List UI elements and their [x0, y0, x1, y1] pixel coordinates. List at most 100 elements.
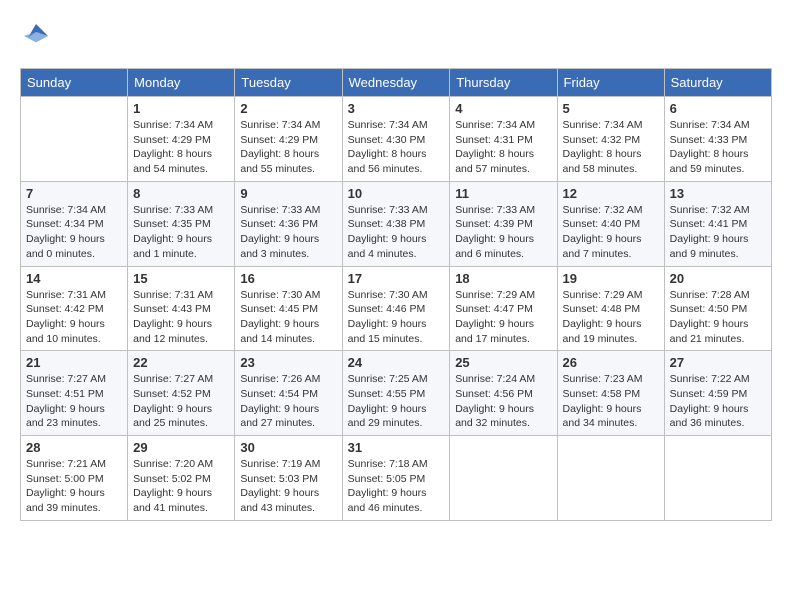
calendar-header-monday: Monday: [128, 69, 235, 97]
day-number: 28: [26, 440, 122, 455]
day-number: 30: [240, 440, 336, 455]
day-number: 19: [563, 271, 659, 286]
day-info: Sunrise: 7:19 AMSunset: 5:03 PMDaylight:…: [240, 457, 336, 516]
day-number: 29: [133, 440, 229, 455]
calendar-cell: 13 Sunrise: 7:32 AMSunset: 4:41 PMDaylig…: [664, 181, 771, 266]
calendar-cell: 25 Sunrise: 7:24 AMSunset: 4:56 PMDaylig…: [450, 351, 557, 436]
day-info: Sunrise: 7:33 AMSunset: 4:36 PMDaylight:…: [240, 203, 336, 262]
day-number: 23: [240, 355, 336, 370]
day-info: Sunrise: 7:34 AMSunset: 4:29 PMDaylight:…: [133, 118, 229, 177]
day-info: Sunrise: 7:27 AMSunset: 4:51 PMDaylight:…: [26, 372, 122, 431]
day-info: Sunrise: 7:29 AMSunset: 4:48 PMDaylight:…: [563, 288, 659, 347]
day-info: Sunrise: 7:30 AMSunset: 4:45 PMDaylight:…: [240, 288, 336, 347]
day-info: Sunrise: 7:18 AMSunset: 5:05 PMDaylight:…: [348, 457, 445, 516]
calendar-cell: 30 Sunrise: 7:19 AMSunset: 5:03 PMDaylig…: [235, 436, 342, 521]
day-number: 17: [348, 271, 445, 286]
day-info: Sunrise: 7:32 AMSunset: 4:41 PMDaylight:…: [670, 203, 766, 262]
calendar-header-friday: Friday: [557, 69, 664, 97]
day-info: Sunrise: 7:34 AMSunset: 4:33 PMDaylight:…: [670, 118, 766, 177]
calendar-week-1: 1 Sunrise: 7:34 AMSunset: 4:29 PMDayligh…: [21, 97, 772, 182]
calendar-header-saturday: Saturday: [664, 69, 771, 97]
calendar-cell: 17 Sunrise: 7:30 AMSunset: 4:46 PMDaylig…: [342, 266, 450, 351]
calendar-week-4: 21 Sunrise: 7:27 AMSunset: 4:51 PMDaylig…: [21, 351, 772, 436]
calendar-cell: 1 Sunrise: 7:34 AMSunset: 4:29 PMDayligh…: [128, 97, 235, 182]
calendar-cell: 8 Sunrise: 7:33 AMSunset: 4:35 PMDayligh…: [128, 181, 235, 266]
day-info: Sunrise: 7:31 AMSunset: 4:42 PMDaylight:…: [26, 288, 122, 347]
day-number: 18: [455, 271, 551, 286]
day-number: 10: [348, 186, 445, 201]
day-info: Sunrise: 7:27 AMSunset: 4:52 PMDaylight:…: [133, 372, 229, 431]
day-info: Sunrise: 7:34 AMSunset: 4:31 PMDaylight:…: [455, 118, 551, 177]
calendar-cell: 10 Sunrise: 7:33 AMSunset: 4:38 PMDaylig…: [342, 181, 450, 266]
calendar-week-3: 14 Sunrise: 7:31 AMSunset: 4:42 PMDaylig…: [21, 266, 772, 351]
calendar-cell: 31 Sunrise: 7:18 AMSunset: 5:05 PMDaylig…: [342, 436, 450, 521]
day-info: Sunrise: 7:30 AMSunset: 4:46 PMDaylight:…: [348, 288, 445, 347]
calendar-cell: 9 Sunrise: 7:33 AMSunset: 4:36 PMDayligh…: [235, 181, 342, 266]
day-number: 27: [670, 355, 766, 370]
calendar-header-row: SundayMondayTuesdayWednesdayThursdayFrid…: [21, 69, 772, 97]
calendar-cell: 18 Sunrise: 7:29 AMSunset: 4:47 PMDaylig…: [450, 266, 557, 351]
day-number: 7: [26, 186, 122, 201]
day-info: Sunrise: 7:34 AMSunset: 4:30 PMDaylight:…: [348, 118, 445, 177]
day-number: 15: [133, 271, 229, 286]
calendar-cell: [557, 436, 664, 521]
day-info: Sunrise: 7:34 AMSunset: 4:34 PMDaylight:…: [26, 203, 122, 262]
page-header: [20, 20, 772, 52]
calendar-cell: 15 Sunrise: 7:31 AMSunset: 4:43 PMDaylig…: [128, 266, 235, 351]
day-number: 21: [26, 355, 122, 370]
calendar-week-2: 7 Sunrise: 7:34 AMSunset: 4:34 PMDayligh…: [21, 181, 772, 266]
day-info: Sunrise: 7:33 AMSunset: 4:38 PMDaylight:…: [348, 203, 445, 262]
day-info: Sunrise: 7:24 AMSunset: 4:56 PMDaylight:…: [455, 372, 551, 431]
day-info: Sunrise: 7:21 AMSunset: 5:00 PMDaylight:…: [26, 457, 122, 516]
day-info: Sunrise: 7:33 AMSunset: 4:35 PMDaylight:…: [133, 203, 229, 262]
day-number: 6: [670, 101, 766, 116]
day-info: Sunrise: 7:26 AMSunset: 4:54 PMDaylight:…: [240, 372, 336, 431]
day-number: 8: [133, 186, 229, 201]
calendar-cell: 27 Sunrise: 7:22 AMSunset: 4:59 PMDaylig…: [664, 351, 771, 436]
day-number: 14: [26, 271, 122, 286]
day-number: 22: [133, 355, 229, 370]
day-info: Sunrise: 7:20 AMSunset: 5:02 PMDaylight:…: [133, 457, 229, 516]
calendar-header-tuesday: Tuesday: [235, 69, 342, 97]
calendar-cell: 14 Sunrise: 7:31 AMSunset: 4:42 PMDaylig…: [21, 266, 128, 351]
day-info: Sunrise: 7:22 AMSunset: 4:59 PMDaylight:…: [670, 372, 766, 431]
calendar-header-thursday: Thursday: [450, 69, 557, 97]
day-info: Sunrise: 7:28 AMSunset: 4:50 PMDaylight:…: [670, 288, 766, 347]
calendar-cell: 26 Sunrise: 7:23 AMSunset: 4:58 PMDaylig…: [557, 351, 664, 436]
calendar-cell: 12 Sunrise: 7:32 AMSunset: 4:40 PMDaylig…: [557, 181, 664, 266]
day-number: 31: [348, 440, 445, 455]
calendar-cell: 19 Sunrise: 7:29 AMSunset: 4:48 PMDaylig…: [557, 266, 664, 351]
calendar-cell: 29 Sunrise: 7:20 AMSunset: 5:02 PMDaylig…: [128, 436, 235, 521]
day-number: 1: [133, 101, 229, 116]
calendar-cell: [21, 97, 128, 182]
calendar-cell: 7 Sunrise: 7:34 AMSunset: 4:34 PMDayligh…: [21, 181, 128, 266]
calendar-cell: 24 Sunrise: 7:25 AMSunset: 4:55 PMDaylig…: [342, 351, 450, 436]
day-number: 13: [670, 186, 766, 201]
calendar-cell: 3 Sunrise: 7:34 AMSunset: 4:30 PMDayligh…: [342, 97, 450, 182]
logo: [20, 20, 56, 52]
calendar-cell: 28 Sunrise: 7:21 AMSunset: 5:00 PMDaylig…: [21, 436, 128, 521]
day-number: 2: [240, 101, 336, 116]
day-info: Sunrise: 7:31 AMSunset: 4:43 PMDaylight:…: [133, 288, 229, 347]
calendar-cell: 22 Sunrise: 7:27 AMSunset: 4:52 PMDaylig…: [128, 351, 235, 436]
day-number: 11: [455, 186, 551, 201]
day-number: 12: [563, 186, 659, 201]
day-number: 20: [670, 271, 766, 286]
calendar-cell: 16 Sunrise: 7:30 AMSunset: 4:45 PMDaylig…: [235, 266, 342, 351]
day-info: Sunrise: 7:23 AMSunset: 4:58 PMDaylight:…: [563, 372, 659, 431]
calendar-cell: [664, 436, 771, 521]
day-info: Sunrise: 7:34 AMSunset: 4:32 PMDaylight:…: [563, 118, 659, 177]
day-info: Sunrise: 7:25 AMSunset: 4:55 PMDaylight:…: [348, 372, 445, 431]
calendar-cell: 23 Sunrise: 7:26 AMSunset: 4:54 PMDaylig…: [235, 351, 342, 436]
calendar-cell: 5 Sunrise: 7:34 AMSunset: 4:32 PMDayligh…: [557, 97, 664, 182]
calendar-week-5: 28 Sunrise: 7:21 AMSunset: 5:00 PMDaylig…: [21, 436, 772, 521]
calendar-header-sunday: Sunday: [21, 69, 128, 97]
day-info: Sunrise: 7:33 AMSunset: 4:39 PMDaylight:…: [455, 203, 551, 262]
day-number: 4: [455, 101, 551, 116]
day-number: 26: [563, 355, 659, 370]
day-number: 5: [563, 101, 659, 116]
calendar-table: SundayMondayTuesdayWednesdayThursdayFrid…: [20, 68, 772, 521]
calendar-cell: 2 Sunrise: 7:34 AMSunset: 4:29 PMDayligh…: [235, 97, 342, 182]
day-number: 24: [348, 355, 445, 370]
calendar-cell: 21 Sunrise: 7:27 AMSunset: 4:51 PMDaylig…: [21, 351, 128, 436]
